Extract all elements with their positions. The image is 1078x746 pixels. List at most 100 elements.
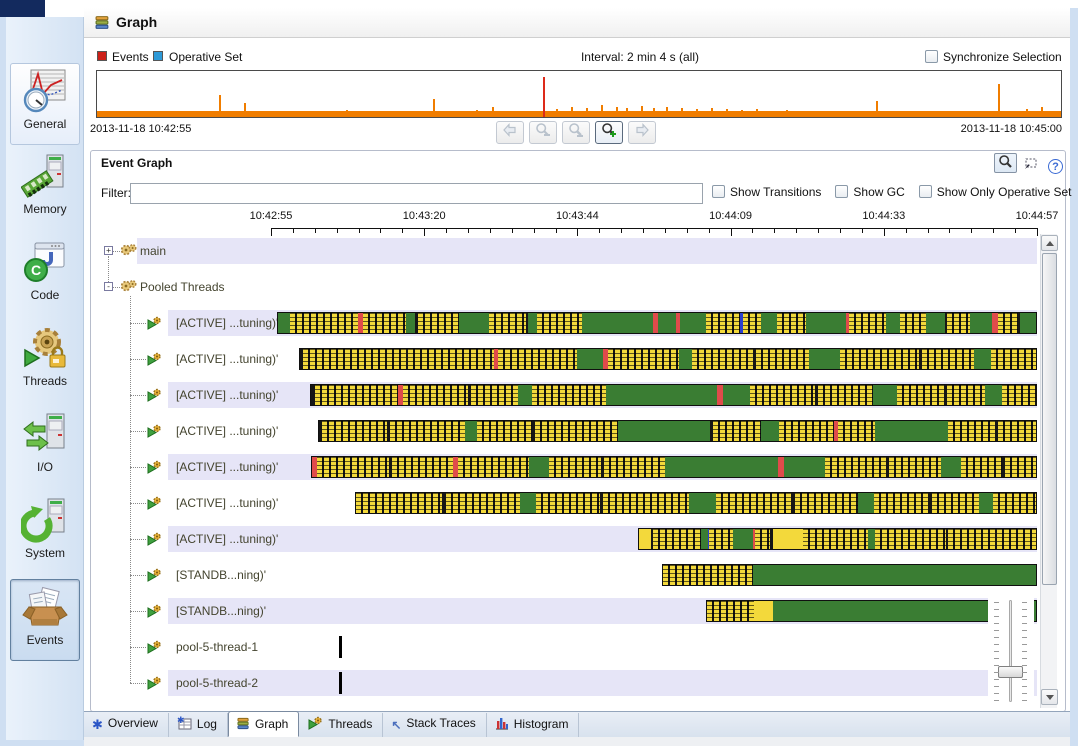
thread-label[interactable]: [ACTIVE] ...tuning)' <box>176 532 278 546</box>
minor-tick <box>752 228 753 233</box>
activity-spike <box>206 111 208 117</box>
thread-icon <box>146 388 162 405</box>
activity-spike <box>876 101 878 117</box>
single-event-tick[interactable] <box>339 636 342 658</box>
event-segment-y <box>1005 457 1036 477</box>
scrollbar-down-button[interactable] <box>1041 689 1058 705</box>
thread-event-bar[interactable] <box>311 456 1037 478</box>
thread-label[interactable]: [ACTIVE] ...tuning)' <box>176 460 278 474</box>
thread-event-bar[interactable] <box>310 384 1037 406</box>
forward-button[interactable] <box>628 121 656 144</box>
thread-event-bar[interactable] <box>318 420 1037 442</box>
event-segment-y <box>317 457 390 477</box>
help-button[interactable]: ? <box>1044 157 1067 177</box>
tab-stack-traces[interactable]: ↖ Stack Traces <box>383 713 487 737</box>
show-gc-checkbox[interactable] <box>835 185 849 198</box>
thread-label[interactable]: [STANDB...ning)' <box>176 604 266 618</box>
activity-spike <box>421 112 423 117</box>
sidebar-item-memory[interactable]: Memory <box>10 149 80 231</box>
tab-threads[interactable]: Threads <box>299 713 384 737</box>
overview-timeline-chart[interactable] <box>96 70 1062 118</box>
slider-tick <box>994 679 999 680</box>
event-segment-y <box>1002 385 1036 405</box>
event-segment-y <box>947 313 971 333</box>
event-segment-y <box>706 313 741 333</box>
zoom-out-button[interactable] <box>529 121 557 144</box>
thread-event-bar[interactable] <box>355 492 1037 514</box>
sidebar-item-io[interactable]: I/O <box>10 407 80 489</box>
slider-handle[interactable] <box>998 666 1023 678</box>
thread-icon <box>146 604 162 621</box>
sidebar-item-code[interactable]: C Code <box>10 235 80 317</box>
event-segment-Y <box>753 601 773 621</box>
sidebar-item-threads[interactable]: Threads <box>10 321 80 403</box>
thread-label[interactable]: [STANDB...ning)' <box>176 568 266 582</box>
zoom-selection-button[interactable] <box>562 121 590 144</box>
tree-expander[interactable]: + <box>104 246 113 255</box>
event-segment-y <box>321 421 388 441</box>
event-segment-y <box>756 349 809 369</box>
event-segment-y <box>931 493 980 513</box>
tree-line <box>130 683 146 684</box>
zoom-tool-button[interactable] <box>994 153 1017 173</box>
thread-event-bar[interactable] <box>638 528 1037 550</box>
tab-log[interactable]: ✱ Log <box>169 713 228 737</box>
stack-traces-icon: ↖ <box>391 718 402 732</box>
tab-histogram[interactable]: Histogram <box>487 713 580 737</box>
activity-spike <box>391 112 393 117</box>
filter-input[interactable] <box>130 183 703 204</box>
show-transitions-checkbox[interactable] <box>712 185 725 198</box>
events-icon <box>21 583 69 631</box>
window-chrome-right <box>1070 8 1078 746</box>
minor-tick <box>928 228 929 233</box>
sidebar-item-system[interactable]: System <box>10 493 80 575</box>
single-event-tick[interactable] <box>339 672 342 694</box>
thread-label[interactable]: [ACTIVE] ...tuning)' <box>176 388 278 402</box>
thread-label[interactable]: pool-5-thread-2 <box>176 676 258 690</box>
back-button[interactable] <box>496 121 524 144</box>
event-segment-y <box>755 529 771 549</box>
graph-icon <box>237 717 250 733</box>
activity-spike <box>433 99 435 117</box>
scrollbar-up-button[interactable] <box>1041 235 1058 251</box>
select-region-tool-button[interactable] <box>1019 157 1042 177</box>
thread-group-icon <box>120 279 137 296</box>
thread-group-label[interactable]: main <box>140 244 166 258</box>
vertical-scrollbar[interactable] <box>1040 234 1058 708</box>
event-segment-y <box>849 313 887 333</box>
tab-graph[interactable]: Graph <box>227 711 300 737</box>
event-segment-g <box>689 493 717 513</box>
activity-spike <box>681 108 683 117</box>
thread-event-bar[interactable] <box>662 564 1037 586</box>
axis-tick-label: 10:44:57 <box>1015 210 1059 222</box>
sidebar-item-general[interactable]: General <box>10 63 80 145</box>
thread-label[interactable]: [ACTIVE] ...tuning)' <box>176 316 278 330</box>
tree-expander[interactable]: - <box>104 282 113 291</box>
sidebar-item-label: Code <box>30 288 60 302</box>
thread-event-bar[interactable] <box>277 312 1037 334</box>
event-segment-y <box>899 313 927 333</box>
thread-event-bar[interactable] <box>299 348 1037 370</box>
thread-label[interactable]: [ACTIVE] ...tuning)' <box>176 424 278 438</box>
events-legend-label: Events <box>112 50 149 64</box>
thread-label[interactable]: [ACTIVE] ...tuning)' <box>176 352 278 366</box>
synchronize-selection-checkbox[interactable] <box>925 50 938 63</box>
zoom-in-button[interactable] <box>595 121 623 144</box>
thread-label[interactable]: [ACTIVE] ...tuning)' <box>176 496 278 510</box>
scrollbar-thumb[interactable] <box>1042 253 1057 585</box>
thread-group-label[interactable]: Pooled Threads <box>140 280 225 294</box>
event-segment-y <box>356 493 443 513</box>
row-height-slider <box>988 594 1034 710</box>
thread-label[interactable]: pool-5-thread-1 <box>176 640 258 654</box>
event-segment-g <box>528 313 538 333</box>
activity-spike <box>161 113 163 117</box>
event-segment-y <box>604 457 666 477</box>
tab-overview[interactable]: ✱ Overview <box>84 713 169 737</box>
memory-icon <box>20 152 69 200</box>
slider-groove[interactable] <box>1009 600 1012 702</box>
activity-spike <box>771 111 773 117</box>
sidebar-item-events[interactable]: Events <box>10 579 80 661</box>
arrow-left-icon <box>502 122 518 141</box>
show-only-operative-set-checkbox[interactable] <box>918 185 932 198</box>
event-segment-y <box>824 457 886 477</box>
